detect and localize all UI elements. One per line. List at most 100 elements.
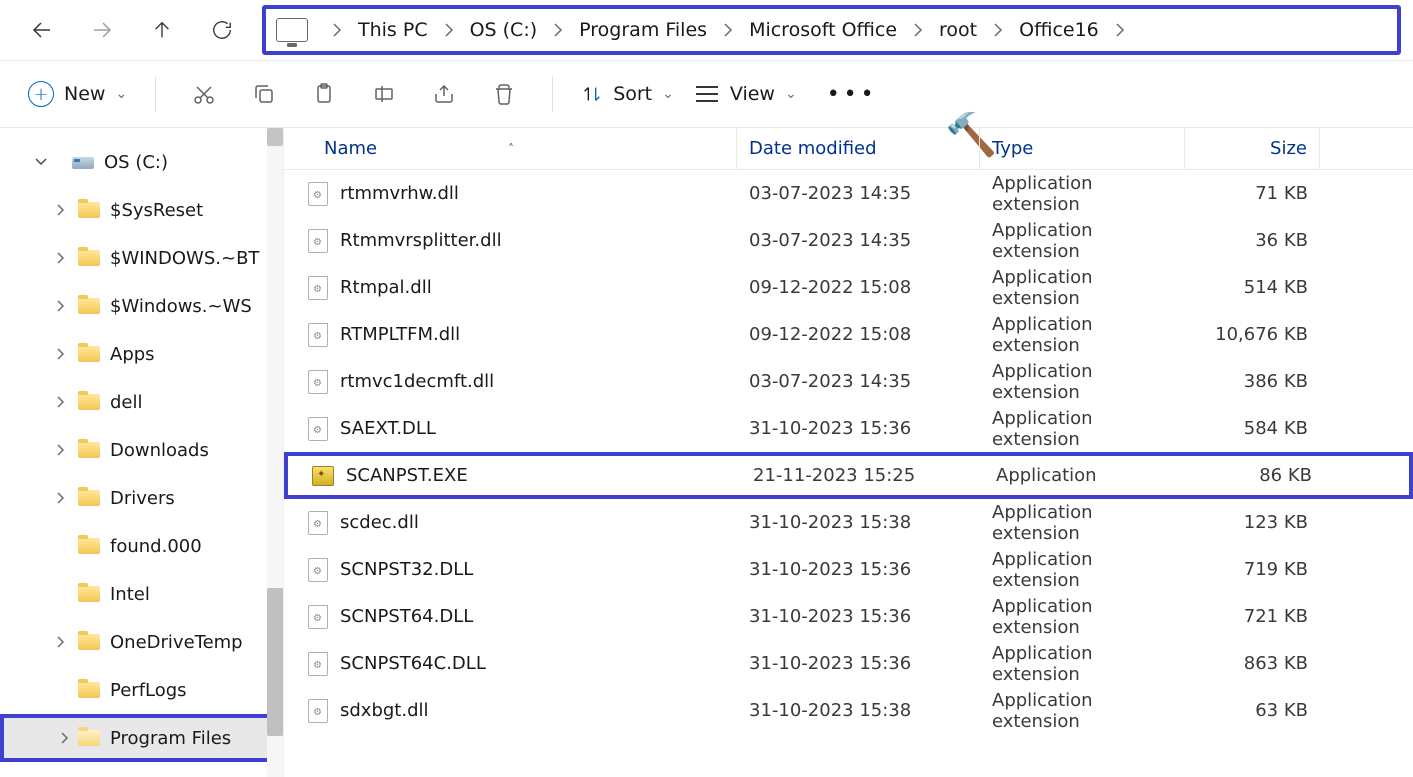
tree-item[interactable]: PerfLogs bbox=[0, 666, 283, 714]
chevron-right-icon[interactable] bbox=[52, 300, 70, 312]
breadcrumb-program-files[interactable]: Program Files bbox=[577, 13, 709, 47]
tree-label: Program Files bbox=[110, 728, 231, 749]
delete-button[interactable] bbox=[482, 74, 526, 114]
tree-item[interactable]: $SysReset bbox=[0, 186, 283, 234]
file-size: 36 KB bbox=[1185, 230, 1320, 251]
tree-label: Downloads bbox=[110, 440, 209, 461]
tree-item[interactable]: $Windows.~WS bbox=[0, 282, 283, 330]
refresh-button[interactable] bbox=[202, 10, 242, 50]
chevron-right-icon[interactable] bbox=[52, 636, 70, 648]
folder-icon bbox=[78, 250, 100, 266]
tree-item[interactable]: Downloads bbox=[0, 426, 283, 474]
toolbar: + New ⌄ Sort ⌄ View ⌄ ••• bbox=[0, 60, 1413, 128]
cut-button[interactable] bbox=[182, 74, 226, 114]
chevron-right-icon[interactable] bbox=[52, 444, 70, 456]
chevron-right-icon bbox=[539, 23, 577, 37]
main-panel: Name ˄ Date modified Type Size rtmmvrhw.… bbox=[284, 128, 1413, 777]
chevron-right-icon bbox=[1101, 23, 1139, 37]
chevron-right-icon[interactable] bbox=[56, 732, 74, 744]
breadcrumb-microsoft-office[interactable]: Microsoft Office bbox=[747, 13, 899, 47]
file-date: 31-10-2023 15:36 bbox=[737, 559, 980, 580]
breadcrumb-this-pc[interactable]: This PC bbox=[356, 13, 430, 47]
file-size: 514 KB bbox=[1185, 277, 1320, 298]
file-type: Application extension bbox=[980, 502, 1185, 544]
rename-button[interactable] bbox=[362, 74, 406, 114]
paste-button[interactable] bbox=[302, 74, 346, 114]
file-name: SCNPST64C.DLL bbox=[340, 653, 486, 674]
file-type: Application extension bbox=[980, 220, 1185, 262]
file-row[interactable]: SAEXT.DLL31-10-2023 15:36Application ext… bbox=[284, 405, 1413, 452]
chevron-right-icon[interactable] bbox=[52, 492, 70, 504]
file-name: RTMPLTFM.dll bbox=[340, 324, 460, 345]
file-name: SCNPST32.DLL bbox=[340, 559, 473, 580]
file-type: Application extension bbox=[980, 690, 1185, 732]
chevron-right-icon[interactable] bbox=[52, 348, 70, 360]
file-date: 31-10-2023 15:38 bbox=[737, 512, 980, 533]
folder-icon bbox=[78, 538, 100, 554]
up-button[interactable] bbox=[142, 10, 182, 50]
file-name: SAEXT.DLL bbox=[340, 418, 436, 439]
file-name: rtmvc1decmft.dll bbox=[340, 371, 494, 392]
scroll-up-button[interactable] bbox=[267, 128, 283, 146]
tree-item[interactable]: Drivers bbox=[0, 474, 283, 522]
column-date[interactable]: Date modified bbox=[737, 128, 980, 169]
file-date: 03-07-2023 14:35 bbox=[737, 371, 980, 392]
chevron-right-icon bbox=[430, 23, 468, 37]
chevron-right-icon[interactable] bbox=[52, 252, 70, 264]
file-type: Application extension bbox=[980, 408, 1185, 450]
file-row[interactable]: rtmmvrhw.dll03-07-2023 14:35Application … bbox=[284, 170, 1413, 217]
file-row[interactable]: Rtmpal.dll09-12-2022 15:08Application ex… bbox=[284, 264, 1413, 311]
file-row[interactable]: SCNPST64.DLL31-10-2023 15:36Application … bbox=[284, 593, 1413, 640]
tree-label: $SysReset bbox=[110, 200, 203, 221]
breadcrumb-root[interactable]: root bbox=[937, 13, 979, 47]
dll-icon bbox=[308, 182, 328, 206]
file-row[interactable]: SCNPST32.DLL 31-10-2023 15:36Application … bbox=[284, 546, 1413, 593]
tree-item[interactable]: dell bbox=[0, 378, 283, 426]
file-row[interactable]: scdec.dll31-10-2023 15:38Application ext… bbox=[284, 499, 1413, 546]
scroll-thumb[interactable] bbox=[267, 588, 283, 736]
column-size[interactable]: Size bbox=[1185, 128, 1320, 169]
file-row[interactable]: Rtmmvrsplitter.dll03-07-2023 14:35Applic… bbox=[284, 217, 1413, 264]
breadcrumb-office16[interactable]: Office16 bbox=[1017, 13, 1101, 47]
column-name[interactable]: Name ˄ bbox=[284, 128, 737, 169]
file-size: 386 KB bbox=[1185, 371, 1320, 392]
tree-label: Apps bbox=[110, 344, 155, 365]
file-date: 21-11-2023 15:25 bbox=[741, 465, 984, 486]
file-row[interactable]: rtmvc1decmft.dll03-07-2023 14:35Applicat… bbox=[284, 358, 1413, 405]
sort-button[interactable]: Sort ⌄ bbox=[571, 83, 684, 105]
file-date: 09-12-2022 15:08 bbox=[737, 277, 980, 298]
copy-button[interactable] bbox=[242, 74, 286, 114]
tree-item-os[interactable]: OS (C:) bbox=[0, 138, 283, 186]
forward-button[interactable] bbox=[82, 10, 122, 50]
tree-item[interactable]: Intel bbox=[0, 570, 283, 618]
new-button[interactable]: + New ⌄ bbox=[18, 75, 137, 113]
tree-item[interactable]: Apps bbox=[0, 330, 283, 378]
chevron-right-icon[interactable] bbox=[52, 204, 70, 216]
scrollbar[interactable] bbox=[267, 128, 283, 777]
file-row[interactable]: sdxbgt.dll31-10-2023 15:38Application ex… bbox=[284, 687, 1413, 734]
breadcrumb[interactable]: This PC OS (C:) Program Files Microsoft … bbox=[262, 5, 1401, 55]
view-button[interactable]: View ⌄ bbox=[684, 83, 807, 105]
back-button[interactable] bbox=[22, 10, 62, 50]
share-button[interactable] bbox=[422, 74, 466, 114]
file-type: Application extension bbox=[980, 549, 1185, 591]
file-size: 863 KB bbox=[1185, 653, 1320, 674]
tree-item[interactable]: $WINDOWS.~BT bbox=[0, 234, 283, 282]
tree-label: Intel bbox=[110, 584, 150, 605]
chevron-down-icon[interactable] bbox=[32, 157, 50, 167]
file-row[interactable]: SCANPST.EXE21-11-2023 15:25Application86… bbox=[284, 452, 1413, 499]
file-date: 03-07-2023 14:35 bbox=[737, 230, 980, 251]
tree-item[interactable]: OneDriveTemp bbox=[0, 618, 283, 666]
chevron-right-icon[interactable] bbox=[52, 396, 70, 408]
more-button[interactable]: ••• bbox=[807, 82, 898, 107]
file-size: 123 KB bbox=[1185, 512, 1320, 533]
file-row[interactable]: RTMPLTFM.dll09-12-2022 15:08Application … bbox=[284, 311, 1413, 358]
tree-item[interactable]: Program Files bbox=[0, 714, 283, 762]
chevron-down-icon: ⌄ bbox=[662, 86, 674, 102]
file-date: 31-10-2023 15:36 bbox=[737, 653, 980, 674]
drive-icon bbox=[72, 157, 94, 169]
column-type[interactable]: Type bbox=[980, 128, 1185, 169]
breadcrumb-os[interactable]: OS (C:) bbox=[468, 13, 540, 47]
tree-item[interactable]: found.000 bbox=[0, 522, 283, 570]
file-row[interactable]: SCNPST64C.DLL31-10-2023 15:36Application… bbox=[284, 640, 1413, 687]
